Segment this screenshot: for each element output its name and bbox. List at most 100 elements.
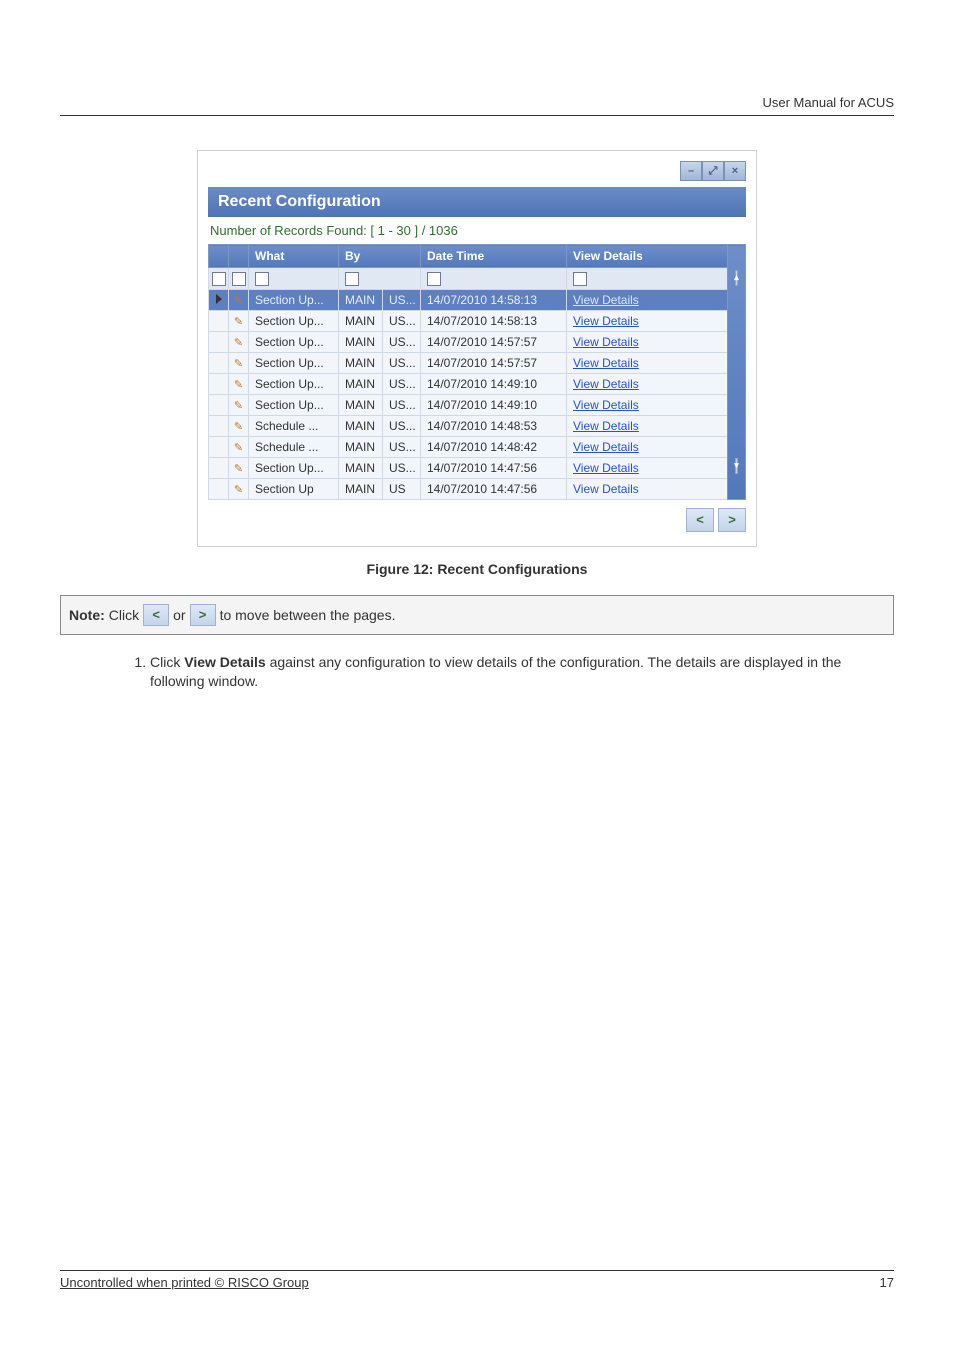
col-header-view[interactable]: View Details	[567, 245, 728, 268]
cell-date: 14/07/2010 14:47:56	[421, 457, 567, 478]
filter-date[interactable]	[421, 268, 567, 290]
cell-date: 14/07/2010 14:49:10	[421, 394, 567, 415]
prev-page-button[interactable]: <	[686, 508, 714, 532]
view-details-link[interactable]: View Details	[573, 398, 639, 412]
maximize-icon[interactable]: ⤢	[702, 161, 724, 181]
view-details-link[interactable]: View Details	[573, 314, 639, 328]
table-row[interactable]: ✎ Section Up... MAIN US... 14/07/2010 14…	[209, 310, 746, 331]
cell-by2: US...	[383, 331, 421, 352]
cell-view-partial: View Details	[567, 478, 728, 499]
wrench-icon: ✎	[229, 394, 249, 415]
window-controls: – ⤢ ×	[208, 161, 746, 187]
footer-page-number: 17	[880, 1275, 894, 1290]
figure-caption: Figure 12: Recent Configurations	[60, 561, 894, 577]
filter-what[interactable]	[249, 268, 339, 290]
close-icon[interactable]: ×	[724, 161, 746, 181]
cell-date: 14/07/2010 14:48:42	[421, 436, 567, 457]
cell-by2: US...	[383, 373, 421, 394]
cell-by2: US...	[383, 436, 421, 457]
cell-view: View Details	[567, 289, 728, 310]
pager: < >	[208, 500, 746, 532]
cell-by1: MAIN	[339, 331, 383, 352]
minimize-icon[interactable]: –	[680, 161, 702, 181]
cell-what: Section Up	[249, 478, 339, 499]
view-details-link[interactable]: View Details	[573, 419, 639, 433]
cell-by1: MAIN	[339, 457, 383, 478]
cell-what: Section Up...	[249, 373, 339, 394]
wrench-icon: ✎	[229, 310, 249, 331]
cell-by1: MAIN	[339, 352, 383, 373]
table-row[interactable]: ✎ Section Up... MAIN US... 14/07/2010 14…	[209, 331, 746, 352]
cell-what: Section Up...	[249, 352, 339, 373]
col-header-what[interactable]: What	[249, 245, 339, 268]
view-details-link[interactable]: View Details	[573, 440, 639, 454]
cell-date: 14/07/2010 14:49:10	[421, 373, 567, 394]
cell-by2: US	[383, 478, 421, 499]
cell-by1: MAIN	[339, 289, 383, 310]
panel-title: Recent Configuration	[208, 187, 746, 217]
step-bold: View Details	[184, 654, 265, 670]
cell-date: 14/07/2010 14:57:57	[421, 352, 567, 373]
note-text-1: Click	[109, 607, 139, 623]
step-item: Click View Details against any configura…	[150, 653, 894, 692]
cell-by1: MAIN	[339, 310, 383, 331]
view-details-link[interactable]: View Details	[573, 335, 639, 349]
scrollbar[interactable]: ▴ ▾	[728, 245, 746, 500]
cell-by1: MAIN	[339, 373, 383, 394]
wrench-icon: ✎	[229, 373, 249, 394]
note-label: Note:	[69, 607, 105, 623]
cell-by2: US...	[383, 289, 421, 310]
cell-date: 14/07/2010 14:48:53	[421, 415, 567, 436]
view-details-link[interactable]: View Details	[573, 293, 639, 307]
col-header-date[interactable]: Date Time	[421, 245, 567, 268]
records-found: Number of Records Found: [ 1 - 30 ] / 10…	[208, 217, 746, 244]
table-row[interactable]: ✎ Section Up MAIN US 14/07/2010 14:47:56…	[209, 478, 746, 499]
prev-icon: <	[143, 604, 169, 626]
cell-by2: US...	[383, 394, 421, 415]
cell-by1: MAIN	[339, 394, 383, 415]
cell-by1: MAIN	[339, 415, 383, 436]
filter-by[interactable]	[339, 268, 421, 290]
view-details-link[interactable]: View Details	[573, 377, 639, 391]
footer-left: Uncontrolled when printed © RISCO Group	[60, 1275, 309, 1290]
cell-what: Section Up...	[249, 331, 339, 352]
screenshot-panel: – ⤢ × Recent Configuration Number of Rec…	[197, 150, 757, 547]
cell-by1: MAIN	[339, 478, 383, 499]
cell-date: 14/07/2010 14:58:13	[421, 310, 567, 331]
filter-icon-2[interactable]	[229, 268, 249, 290]
filter-view[interactable]	[567, 268, 728, 290]
table-row[interactable]: ✎ Section Up... MAIN US... 14/07/2010 14…	[209, 289, 746, 310]
wrench-icon: ✎	[229, 436, 249, 457]
table-row[interactable]: ✎ Section Up... MAIN US... 14/07/2010 14…	[209, 373, 746, 394]
page-footer: Uncontrolled when printed © RISCO Group …	[60, 1270, 894, 1290]
wrench-icon: ✎	[229, 352, 249, 373]
cell-by2: US...	[383, 415, 421, 436]
col-header-blank2	[229, 245, 249, 268]
wrench-icon: ✎	[229, 415, 249, 436]
cell-what: Section Up...	[249, 394, 339, 415]
filter-row	[209, 268, 746, 290]
filter-icon-1[interactable]	[209, 268, 229, 290]
view-details-link[interactable]: View Details	[573, 461, 639, 475]
view-details-link[interactable]: View Details	[573, 356, 639, 370]
next-page-button[interactable]: >	[718, 508, 746, 532]
cell-by2: US...	[383, 457, 421, 478]
header-text: User Manual for ACUS	[763, 95, 895, 110]
col-header-by[interactable]: By	[339, 245, 421, 268]
next-icon: >	[190, 604, 216, 626]
table-row[interactable]: ✎ Schedule ... MAIN US... 14/07/2010 14:…	[209, 436, 746, 457]
cell-what: Schedule ...	[249, 436, 339, 457]
table-row[interactable]: ✎ Section Up... MAIN US... 14/07/2010 14…	[209, 457, 746, 478]
note-text-3: to move between the pages.	[220, 607, 396, 623]
cell-by2: US...	[383, 310, 421, 331]
table-row[interactable]: ✎ Schedule ... MAIN US... 14/07/2010 14:…	[209, 415, 746, 436]
cell-what: Section Up...	[249, 310, 339, 331]
step-list: Click View Details against any configura…	[150, 653, 894, 692]
config-table: What By Date Time View Details ▴ ▾	[208, 244, 746, 500]
cell-what: Section Up...	[249, 289, 339, 310]
wrench-icon: ✎	[229, 457, 249, 478]
cell-what: Schedule ...	[249, 415, 339, 436]
cell-by1: MAIN	[339, 436, 383, 457]
table-row[interactable]: ✎ Section Up... MAIN US... 14/07/2010 14…	[209, 352, 746, 373]
table-row[interactable]: ✎ Section Up... MAIN US... 14/07/2010 14…	[209, 394, 746, 415]
